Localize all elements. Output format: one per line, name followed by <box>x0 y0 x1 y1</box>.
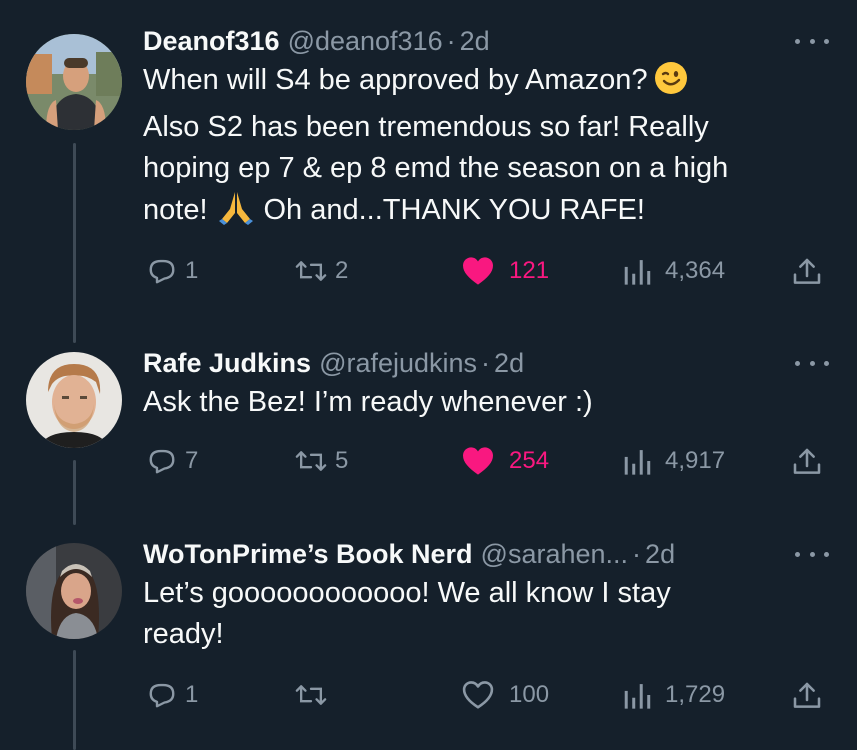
views-button[interactable]: 1,729 <box>623 680 725 710</box>
tweet-text-line: Oh and...THANK YOU RAFE! <box>263 194 645 226</box>
heart-icon <box>461 446 495 476</box>
wink-emoji <box>654 61 688 107</box>
pray-emoji <box>218 189 254 237</box>
reply-count: 7 <box>185 447 199 474</box>
avatar[interactable] <box>26 543 122 639</box>
retweet-count: 5 <box>335 447 349 474</box>
reply-count: 1 <box>185 681 199 708</box>
retweet-icon <box>295 256 327 286</box>
reply-icon <box>147 256 177 286</box>
more-icon[interactable] <box>795 545 829 563</box>
retweet-button[interactable] <box>295 680 335 710</box>
share-button[interactable] <box>791 256 823 288</box>
tweet-text-line: hoping ep 7 & ep 8 emd the season on a h… <box>143 152 729 184</box>
timestamp[interactable]: 2d <box>645 537 675 571</box>
share-button[interactable] <box>791 446 823 478</box>
author-handle[interactable]: @deanof316 <box>288 24 443 58</box>
retweet-icon <box>295 446 327 476</box>
author-name[interactable]: WoTonPrime’s Book Nerd <box>143 537 473 571</box>
tweet-text: Let’s goooooooooooo! We all know I stay … <box>143 573 829 655</box>
reply-icon <box>147 446 177 476</box>
avatar[interactable] <box>26 34 122 130</box>
views-icon <box>623 680 651 710</box>
author-name[interactable]: Rafe Judkins <box>143 346 311 380</box>
like-count: 121 <box>509 257 550 284</box>
like-count: 100 <box>509 681 550 708</box>
share-icon <box>791 446 823 478</box>
timestamp[interactable]: 2d <box>494 346 524 380</box>
reply-icon <box>147 680 177 710</box>
author-handle[interactable]: @sarahen... <box>481 537 629 571</box>
heart-icon <box>461 256 495 286</box>
like-button[interactable]: 100 <box>461 680 549 710</box>
author-name[interactable]: Deanof316 <box>143 24 280 58</box>
tweet-text-line: note! <box>143 194 208 226</box>
tweet-text: When will S4 be approved by Amazon? Also… <box>143 60 829 237</box>
like-button[interactable]: 254 <box>461 446 549 476</box>
separator-dot: · <box>446 26 456 56</box>
views-count: 4,917 <box>665 447 726 474</box>
views-count: 1,729 <box>665 681 726 708</box>
views-icon <box>623 446 651 476</box>
reply-button[interactable]: 1 <box>147 680 198 710</box>
thread-line <box>73 143 76 343</box>
reply-count: 1 <box>185 257 199 284</box>
heart-icon <box>461 680 495 710</box>
tweet-text-line: Also S2 has been tremendous so far! Real… <box>143 111 709 143</box>
retweet-icon <box>295 680 327 710</box>
thread-line <box>73 650 76 750</box>
share-icon <box>791 680 823 712</box>
separator-dot: · <box>632 539 642 569</box>
timestamp[interactable]: 2d <box>460 24 490 58</box>
tweet-text-line: ready! <box>143 618 224 650</box>
share-icon <box>791 256 823 288</box>
like-count: 254 <box>509 447 550 474</box>
share-button[interactable] <box>791 680 823 712</box>
more-icon[interactable] <box>795 354 829 372</box>
views-count: 4,364 <box>665 257 726 284</box>
more-icon[interactable] <box>795 32 829 50</box>
tweet-text-line: Ask the Bez! I’m ready whenever :) <box>143 386 593 418</box>
author-handle[interactable]: @rafejudkins <box>319 346 477 380</box>
avatar[interactable] <box>26 352 122 448</box>
tweet-text-line: Let’s goooooooooooo! We all know I stay <box>143 577 671 609</box>
retweet-button[interactable]: 5 <box>295 446 348 476</box>
views-button[interactable]: 4,917 <box>623 446 725 476</box>
retweet-button[interactable]: 2 <box>295 256 348 286</box>
thread-line <box>73 460 76 525</box>
reply-button[interactable]: 7 <box>147 446 198 476</box>
views-icon <box>623 256 651 286</box>
retweet-count: 2 <box>335 257 349 284</box>
separator-dot: · <box>481 348 491 378</box>
views-button[interactable]: 4,364 <box>623 256 725 286</box>
reply-button[interactable]: 1 <box>147 256 198 286</box>
tweet-text-line: When will S4 be approved by Amazon? <box>143 64 648 96</box>
tweet-text: Ask the Bez! I’m ready whenever :) <box>143 382 829 423</box>
like-button[interactable]: 121 <box>461 256 549 286</box>
